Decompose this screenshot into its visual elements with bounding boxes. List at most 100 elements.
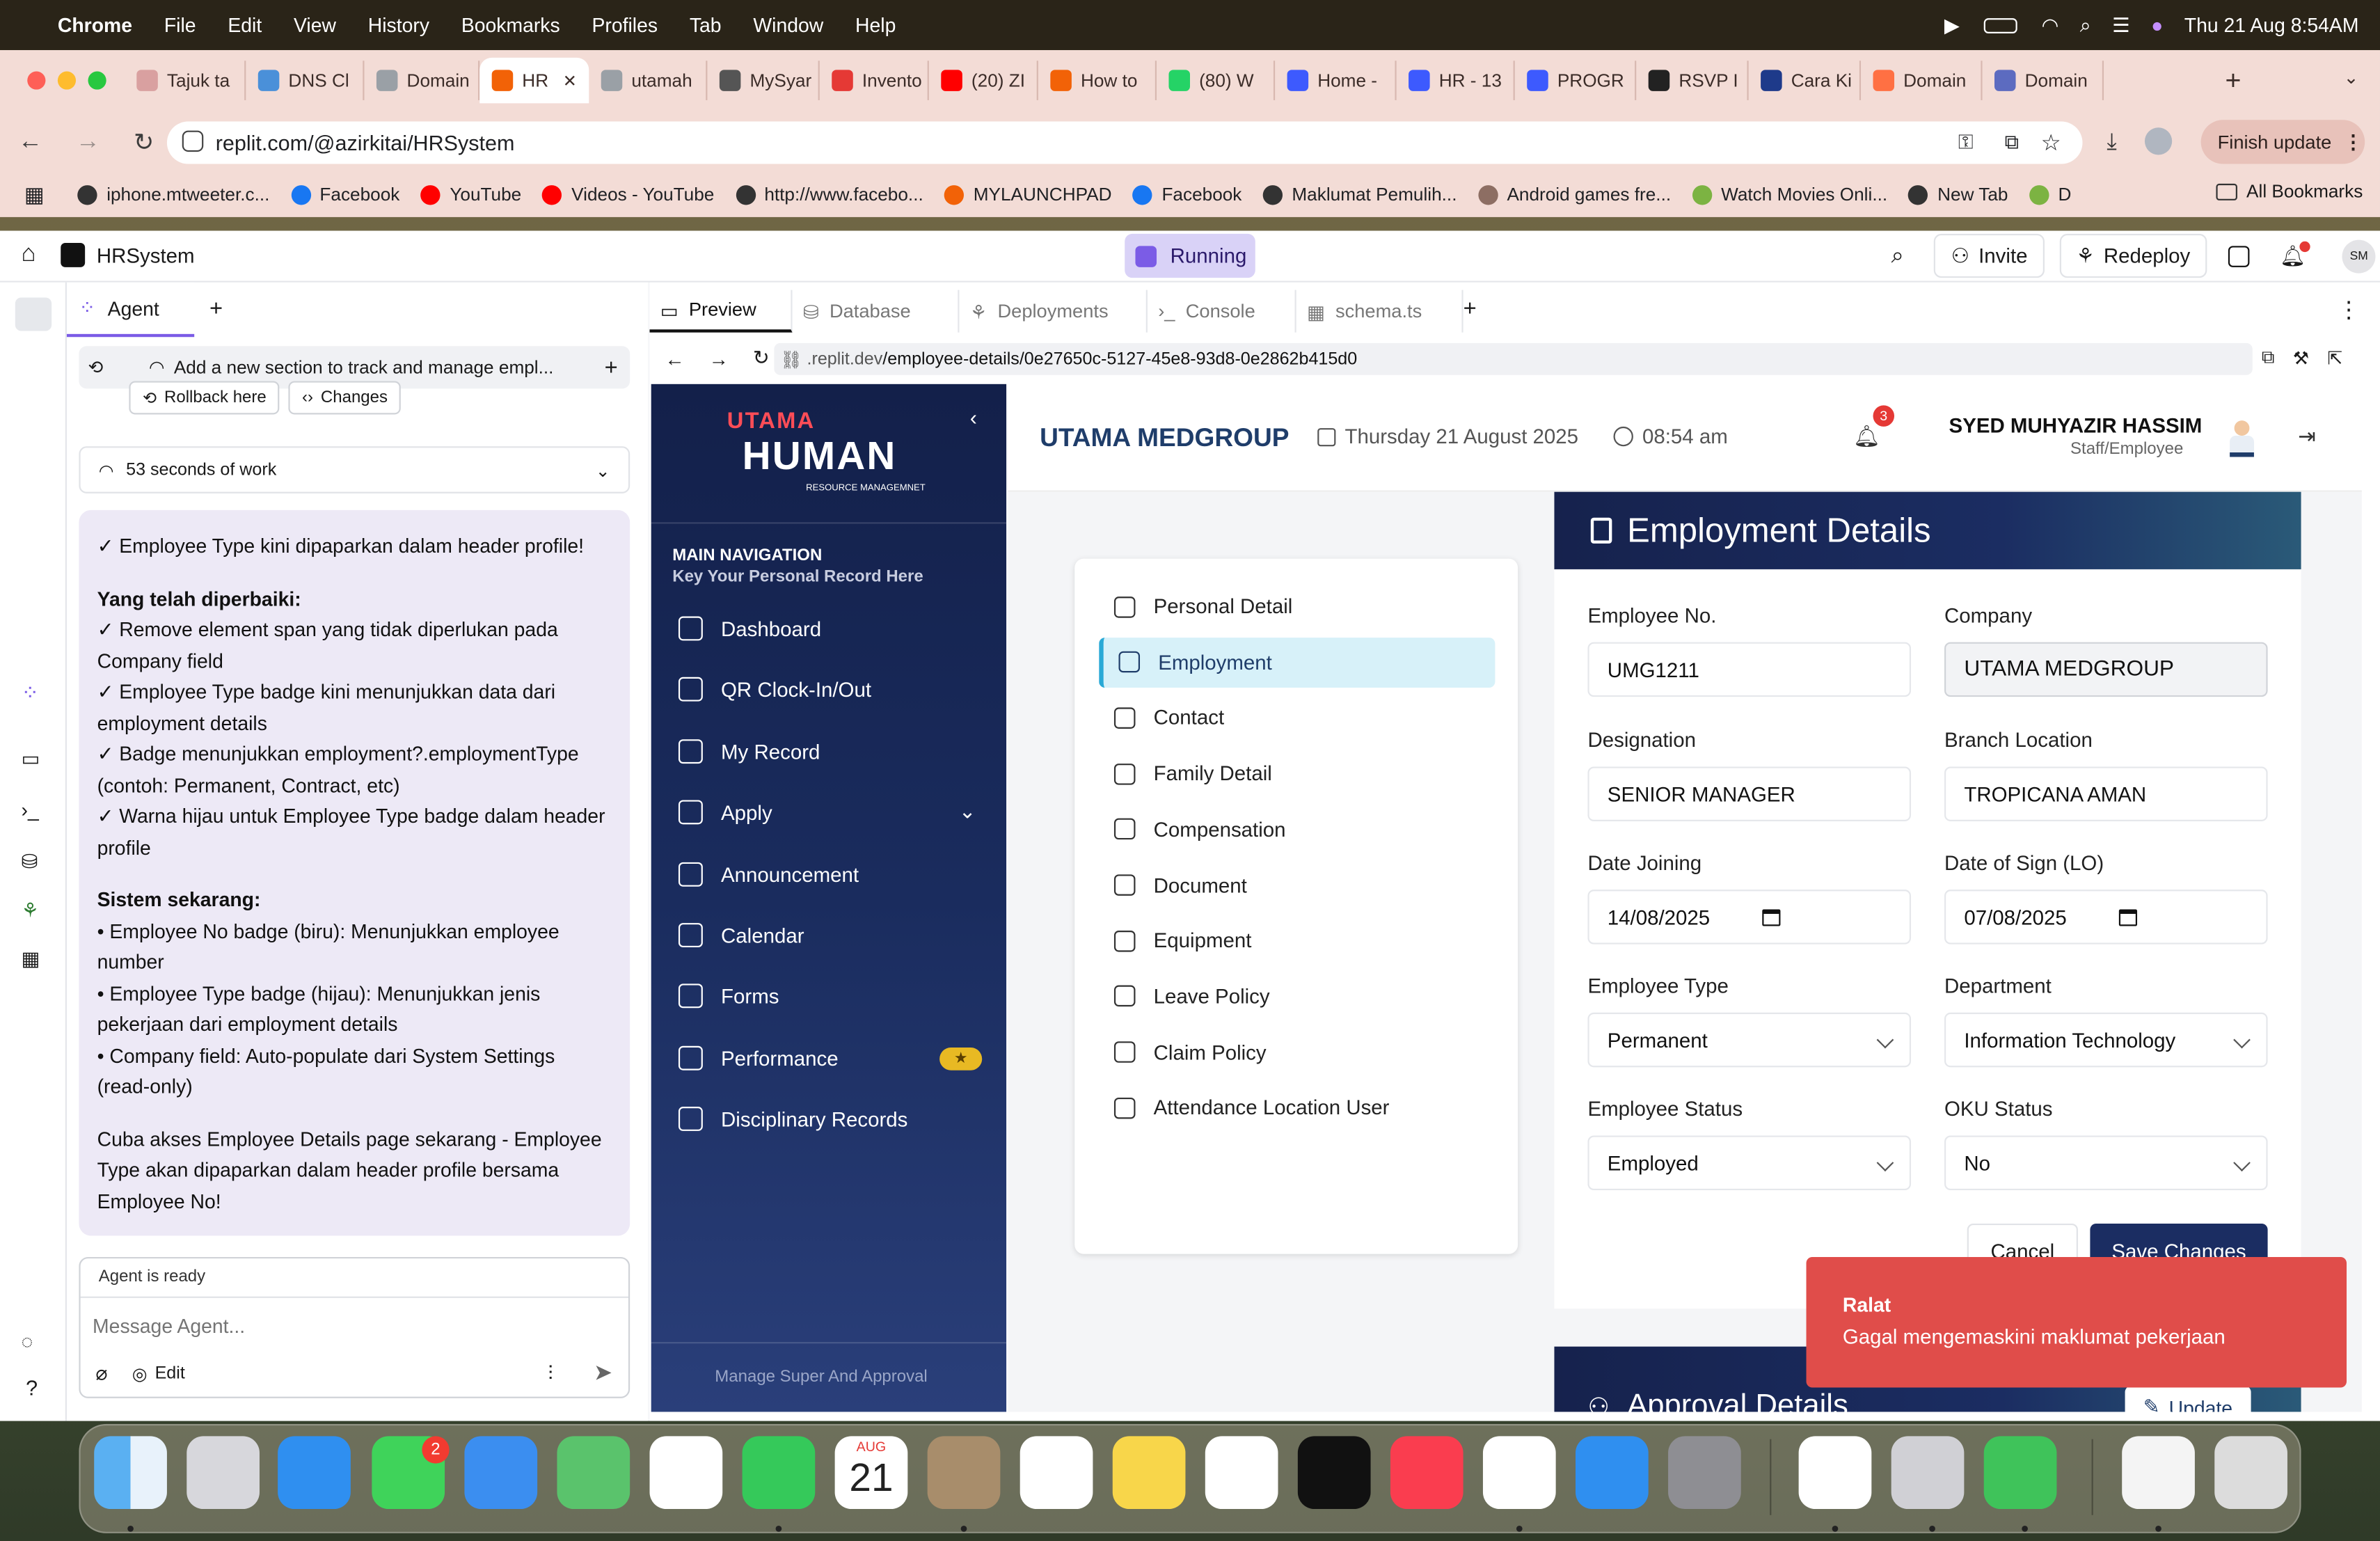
update-button[interactable]: ✎ Update	[2125, 1386, 2251, 1412]
reminders-icon[interactable]	[1020, 1436, 1093, 1510]
browser-tab[interactable]: (20) ZI	[929, 61, 1038, 100]
preview-reload-icon[interactable]: ↻	[753, 346, 770, 370]
add-tab-icon[interactable]: +	[209, 296, 223, 322]
browser-tab[interactable]: utamah	[589, 61, 708, 100]
chrome-icon[interactable]	[1482, 1436, 1556, 1510]
menu-tab[interactable]: Tab	[690, 14, 722, 37]
run-button[interactable]: Running	[1125, 233, 1255, 278]
browser-tab[interactable]: HR - 13	[1397, 61, 1515, 100]
preview-tab[interactable]: ›_ Console	[1148, 290, 1296, 333]
message-input[interactable]	[93, 1306, 609, 1344]
word-icon[interactable]	[1798, 1436, 1872, 1510]
browser-tab[interactable]: HR ✕	[479, 57, 589, 104]
maps-icon[interactable]	[557, 1436, 630, 1510]
safari-icon[interactable]	[278, 1436, 351, 1510]
site-info-icon[interactable]	[182, 130, 204, 152]
finish-update-button[interactable]: Finish update ⋮	[2200, 120, 2365, 164]
task-title[interactable]: Add a new section to track and manage em…	[174, 357, 554, 379]
menu-chrome[interactable]: Chrome	[58, 14, 132, 37]
nav-item[interactable]: Forms	[678, 973, 997, 1018]
history-icon[interactable]: ⟲	[88, 357, 104, 379]
iphone-mirroring-icon[interactable]	[1891, 1436, 1965, 1510]
app-logo[interactable]: UTAMA HUMAN RESOURCE MANAGEMNET	[727, 409, 955, 500]
open-new-tab-icon[interactable]: ⇱	[2327, 347, 2342, 368]
section-item[interactable]: Contact	[1099, 693, 1495, 743]
browser-tab[interactable]: PROGR	[1515, 61, 1637, 100]
files-icon[interactable]	[15, 297, 52, 331]
tv-icon[interactable]	[1297, 1436, 1371, 1510]
browser-tab[interactable]: Domain	[364, 61, 480, 100]
control-center-icon[interactable]: ☰	[2112, 13, 2129, 38]
bookmark-item[interactable]: MYLAUNCHPAD	[944, 184, 1111, 205]
notifications-icon[interactable]: 🔔︎	[2280, 240, 2310, 268]
error-toast[interactable]: Ralat Gagal mengemaskini maklumat pekerj…	[1806, 1256, 2347, 1388]
browser-tab[interactable]: DNS Cl	[246, 61, 365, 100]
browser-tab[interactable]: Tajuk ta	[125, 61, 246, 100]
menu-profiles[interactable]: Profiles	[592, 14, 658, 37]
mail-icon[interactable]	[464, 1436, 538, 1510]
designation-field[interactable]: SENIOR MANAGER	[1587, 766, 1912, 821]
close-tab-icon[interactable]: ✕	[563, 70, 577, 90]
spotlight-icon[interactable]: ⌕	[2080, 13, 2091, 38]
menu-bookmarks[interactable]: Bookmarks	[461, 14, 560, 37]
bookmark-item[interactable]: http://www.facebo...	[735, 184, 923, 205]
nav-item[interactable]: Disciplinary Records	[678, 1096, 997, 1141]
date-picker-icon[interactable]	[1762, 909, 1781, 926]
branch-field[interactable]: TROPICANA AMAN	[1944, 766, 2268, 821]
launchpad-icon[interactable]	[187, 1436, 260, 1510]
employee-type-select[interactable]: Permanent	[1587, 1012, 1912, 1068]
settings-sliders-icon[interactable]: ⫶	[548, 1361, 553, 1386]
play-status-icon[interactable]: ▶	[1944, 13, 1960, 38]
install-app-icon[interactable]: ⧉	[2005, 131, 2019, 155]
browser-tab[interactable]: (80) W	[1157, 61, 1276, 100]
nav-item[interactable]: Performance ★	[678, 1036, 997, 1081]
new-task-icon[interactable]: +	[605, 354, 618, 380]
back-icon[interactable]: ←	[18, 129, 42, 156]
console-rail-icon[interactable]: ›_	[22, 798, 39, 821]
downloads-icon[interactable]: ⤓	[2107, 128, 2116, 154]
section-item[interactable]: Document	[1099, 860, 1495, 910]
user-avatar[interactable]: SM	[2342, 239, 2376, 273]
siri-icon[interactable]: ●	[2151, 14, 2163, 37]
close-window-button[interactable]	[27, 71, 46, 90]
browser-tab[interactable]: How to	[1038, 61, 1157, 100]
bookmark-item[interactable]: Watch Movies Onli...	[1692, 184, 1887, 205]
minimize-window-button[interactable]	[57, 71, 77, 90]
preview-tab[interactable]: ⚘ Deployments	[959, 290, 1148, 333]
battery-icon[interactable]	[1983, 17, 2017, 33]
add-preview-tab-icon[interactable]: +	[1463, 296, 1477, 322]
home-icon[interactable]: ⌂	[22, 242, 36, 269]
password-key-icon[interactable]: ⚿	[1958, 131, 1974, 155]
preview-back-icon[interactable]: ←	[665, 347, 684, 370]
menubar-clock[interactable]: Thu 21 Aug 8:54AM	[2184, 14, 2359, 37]
tab-search-chevron-icon[interactable]: ⌄	[2344, 67, 2359, 88]
bookmark-item[interactable]: Facebook	[1133, 184, 1241, 205]
help-rail-icon[interactable]: ?	[26, 1375, 38, 1400]
wifi-icon[interactable]: ◠	[2041, 13, 2058, 38]
zoom-window-button[interactable]	[88, 71, 106, 90]
department-select[interactable]: Information Technology	[1944, 1012, 2268, 1068]
browser-tab[interactable]: MySyar	[707, 61, 820, 100]
oku-select[interactable]: No	[1944, 1135, 2268, 1190]
all-bookmarks[interactable]: All Bookmarks	[2216, 181, 2363, 202]
logout-icon[interactable]: ⇥	[2298, 424, 2316, 450]
bell-icon[interactable]: 🔔︎	[1853, 424, 1880, 450]
music-icon[interactable]	[1390, 1436, 1463, 1510]
repl-name[interactable]: HRSystem	[97, 244, 195, 267]
theme-rail-icon[interactable]: ◌	[22, 1330, 33, 1353]
apps-grid-icon[interactable]: ▦	[24, 182, 45, 207]
reload-icon[interactable]: ↻	[134, 127, 154, 158]
bookmark-star-icon[interactable]: ☆	[2041, 129, 2061, 157]
bookmark-item[interactable]: YouTube	[420, 184, 521, 205]
section-item[interactable]: Personal Detail	[1099, 581, 1495, 631]
nav-item[interactable]: My Record	[678, 729, 997, 774]
browser-tab[interactable]: Invento	[820, 61, 929, 100]
notes-icon[interactable]	[1112, 1436, 1186, 1510]
browser-tab[interactable]: Cara Ki	[1749, 61, 1862, 100]
preview-tab[interactable]: ▭ Preview	[649, 290, 793, 333]
user-avatar-image[interactable]	[2227, 420, 2258, 460]
attach-icon[interactable]: ⌀	[95, 1361, 107, 1386]
section-item[interactable]: Equipment	[1099, 916, 1495, 966]
bookmark-item[interactable]: New Tab	[1908, 184, 2008, 205]
devtools-icon[interactable]: ⚒	[2293, 347, 2309, 368]
